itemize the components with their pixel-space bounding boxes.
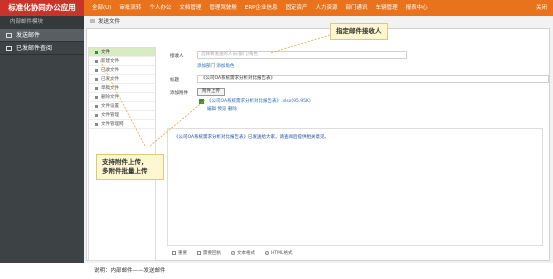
- folder-icon: [90, 19, 95, 23]
- folder-label: 已收文件: [101, 67, 119, 73]
- folder-icon: [95, 77, 98, 81]
- nav-item-dashboard[interactable]: 管理驾驶舱: [205, 0, 241, 16]
- app-brand: 标准化协同办公应用: [0, 0, 84, 16]
- folder-item[interactable]: 新建文件: [89, 57, 155, 66]
- option-label: 需要回执: [203, 251, 221, 256]
- checkbox-icon: [172, 250, 176, 255]
- attach-label: 添加附件: [170, 91, 188, 96]
- folder-icon: [95, 68, 98, 72]
- recipients-label: 接收人: [170, 54, 184, 59]
- folder-icon: [95, 113, 98, 117]
- nav-item-erp[interactable]: ERP企业信息: [241, 0, 282, 16]
- breadcrumb: 发送文件: [90, 18, 120, 26]
- option-label: HTML格式: [271, 251, 293, 256]
- sidebar-item-label: 已发邮件查阅: [16, 44, 53, 52]
- callout-line: 支持附件上传，: [102, 158, 148, 166]
- folder-icon: [95, 86, 98, 90]
- sidebar: 内部邮件模块 发送邮件 已发邮件查阅: [0, 16, 84, 263]
- excel-file-icon: [199, 99, 204, 104]
- mail-body-editor[interactable]: [167, 128, 543, 246]
- folder-label: 文件管理: [101, 112, 119, 118]
- folder-item[interactable]: 文件: [89, 48, 155, 57]
- title-label: 标题: [170, 78, 179, 83]
- folder-label: 删除文件: [101, 94, 119, 100]
- folder-label: 文件管理网: [101, 121, 124, 127]
- folder-label: 已发文件: [101, 76, 119, 82]
- add-department-role-links[interactable]: 添加部门 添加角色: [197, 63, 234, 69]
- top-navigation-bar: 标准化协同办公应用 全部(U) 审批流转 个人办公 文档管理 管理驾驶舱 ERP…: [0, 0, 553, 16]
- nav-item-personal[interactable]: 个人办公: [145, 0, 175, 16]
- folder-label: 新建文件: [101, 58, 119, 64]
- folder-item[interactable]: 文件管理网: [89, 120, 155, 129]
- attachment-file-link[interactable]: 《公司OA系统需求分析对比报告表》.xlsx(95.95K): [207, 98, 311, 104]
- option-label: 重要: [178, 251, 187, 256]
- send-options: 重要 需要回执 文本格式 HTML格式: [172, 250, 293, 256]
- nav-item-documents[interactable]: 文档管理: [175, 0, 205, 16]
- nav-item-vehicles[interactable]: 车辆管理: [372, 0, 402, 16]
- upload-attachment-button[interactable]: 附件上传: [197, 88, 225, 96]
- radio-icon: [265, 250, 269, 255]
- folder-label: 文件设置: [101, 103, 119, 109]
- folder-icon: [95, 50, 98, 54]
- callout-recipients: 指定邮件接收人: [330, 23, 388, 40]
- option-text-format[interactable]: 文本格式: [231, 250, 255, 256]
- folder-item[interactable]: 草稿文件: [89, 84, 155, 93]
- folder-item[interactable]: 删除文件: [89, 93, 155, 102]
- option-important[interactable]: 重要: [172, 250, 187, 256]
- page-footer-note: 说明：内部邮件——发送邮件: [84, 263, 553, 279]
- folder-icon: [95, 122, 98, 126]
- radio-icon: [231, 250, 235, 255]
- sidebar-item-sent-mail[interactable]: 已发邮件查阅: [0, 42, 84, 55]
- nav-item-assets[interactable]: 固定资产: [282, 0, 312, 16]
- callout-attachments: 支持附件上传， 多附件批量上传: [96, 154, 164, 180]
- mail-body-text: 《公司OA系统需求分析对比报告表》已发送给大家，请查阅后提供相关意见。: [174, 135, 330, 140]
- title-input[interactable]: 《公司OA系统需求分析对比报告表》: [197, 75, 549, 83]
- top-nav-menu: 全部(U) 审批流转 个人办公 文档管理 管理驾驶舱 ERP企业信息 固定资产 …: [88, 0, 432, 16]
- option-label: 文本格式: [237, 251, 255, 256]
- nav-item-approval[interactable]: 审批流转: [115, 0, 145, 16]
- sidebar-item-send-mail[interactable]: 发送邮件: [0, 29, 84, 42]
- mail-icon: [6, 45, 12, 51]
- mail-icon: [6, 32, 12, 38]
- folder-icon: [95, 104, 98, 108]
- option-receipt[interactable]: 需要回执: [197, 250, 221, 256]
- sidebar-item-label: 发送邮件: [16, 31, 41, 39]
- folder-item[interactable]: 已收文件: [89, 66, 155, 75]
- folder-icon: [95, 59, 98, 63]
- attachment-actions[interactable]: 编辑 预览 删除: [207, 106, 237, 112]
- folder-item[interactable]: 已发文件: [89, 75, 155, 84]
- folder-icon: [95, 95, 98, 99]
- folder-label: 文件: [101, 49, 110, 55]
- nav-item-reports[interactable]: 报表中心: [402, 0, 432, 16]
- nav-item-hr[interactable]: 人力资源: [312, 0, 342, 16]
- checkbox-icon: [197, 250, 201, 255]
- nav-item-all[interactable]: 全部(U): [88, 0, 115, 16]
- folder-item[interactable]: 文件设置: [89, 102, 155, 111]
- recipients-input[interactable]: 选择要发送的人员/部门/角色: [197, 51, 407, 59]
- option-html-format[interactable]: HTML格式: [265, 250, 293, 256]
- folder-label: 草稿文件: [101, 85, 119, 91]
- breadcrumb-label: 发送文件: [98, 19, 121, 25]
- close-link[interactable]: 关闭: [536, 0, 547, 16]
- nav-item-contacts[interactable]: 部门通讯: [342, 0, 372, 16]
- callout-line: 多附件批量上传: [102, 167, 148, 175]
- sidebar-module-title: 内部邮件模块: [0, 16, 84, 29]
